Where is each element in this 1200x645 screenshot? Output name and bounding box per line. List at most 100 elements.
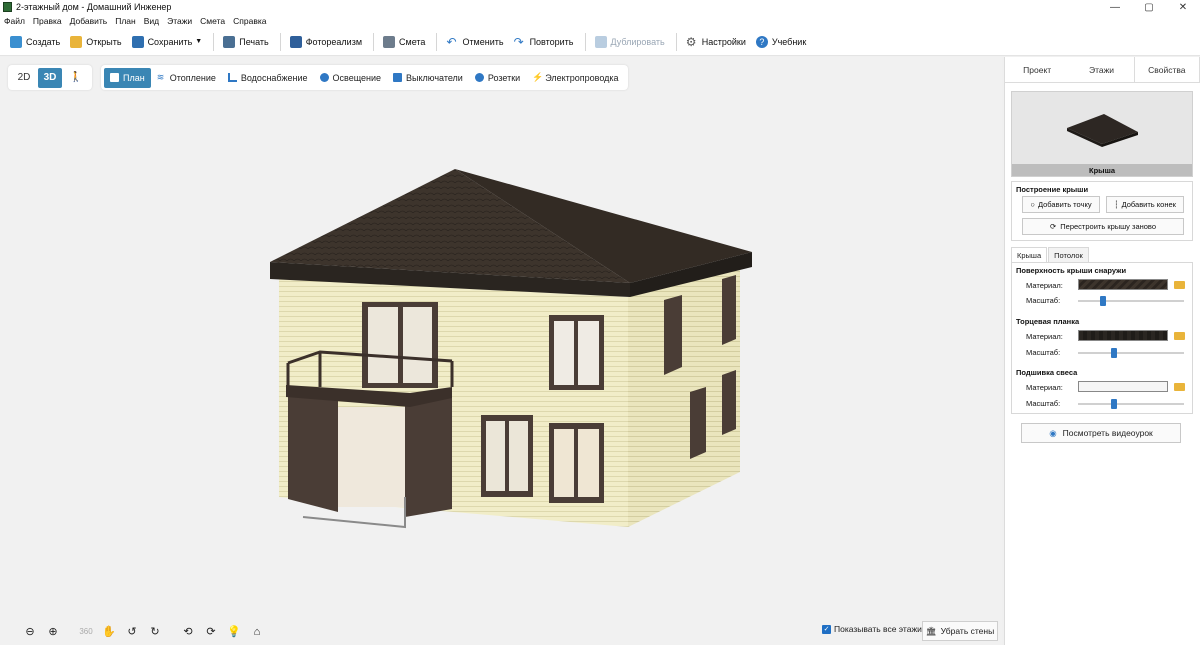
add-point-button[interactable]: ○ Добавить точку	[1022, 196, 1100, 213]
outer-scale-slider[interactable]	[1078, 296, 1184, 306]
house-3d-view[interactable]	[0, 57, 1002, 617]
settings-button[interactable]: ⚙ Настройки	[682, 31, 750, 53]
book-icon	[110, 73, 119, 82]
walk-icon[interactable]: 🚶	[64, 68, 88, 88]
slider-thumb[interactable]	[1111, 399, 1117, 409]
subtab-roof[interactable]: Крыша	[1011, 247, 1048, 263]
print-button[interactable]: Печать	[219, 31, 272, 53]
rotate-right-icon[interactable]: ↻	[145, 622, 165, 642]
toolbar-divider	[436, 32, 438, 51]
roof-build-title: Построение крыши	[1016, 185, 1089, 194]
menu-estimate[interactable]: Смета	[200, 16, 225, 26]
lightning-icon: ⚡	[532, 72, 544, 82]
tab-wiring[interactable]: ⚡ Электропроводка	[526, 68, 624, 88]
slider-thumb[interactable]	[1100, 296, 1106, 306]
3d-viewport[interactable]: 2D 3D 🚶 План ≋ Отопление Водоснабжение О…	[0, 57, 1002, 645]
folder-icon[interactable]	[1174, 383, 1185, 391]
soffit-scale-slider[interactable]	[1078, 399, 1184, 409]
redo-button[interactable]: ↷ Повторить	[510, 31, 578, 53]
minimize-button[interactable]: —	[1098, 0, 1132, 14]
video-icon: ◉	[1049, 427, 1057, 438]
estimate-button[interactable]: Смета	[379, 31, 429, 53]
remove-walls-button[interactable]: 🏛 Убрать стены	[922, 621, 998, 641]
fascia-scale-slider[interactable]	[1078, 348, 1184, 358]
create-button[interactable]: Создать	[6, 31, 64, 53]
menu-view[interactable]: Вид	[144, 16, 159, 26]
orbit-left-icon[interactable]: ⟲	[178, 622, 198, 642]
scale-label: Масштаб:	[1026, 348, 1061, 357]
menu-plan[interactable]: План	[115, 16, 136, 26]
home-icon[interactable]: ⌂	[247, 622, 267, 642]
title-bar: 2-этажный дом - Домашний Инженер — ▢ ✕	[0, 0, 1200, 14]
plan-layer-tabs: План ≋ Отопление Водоснабжение Освещение…	[101, 65, 628, 90]
fascia-material-swatch[interactable]	[1078, 330, 1168, 341]
tab-plan[interactable]: План	[104, 67, 151, 88]
scale-label: Масштаб:	[1026, 296, 1061, 305]
photorealism-button[interactable]: Фотореализм	[286, 31, 366, 53]
menu-help[interactable]: Справка	[233, 16, 266, 26]
orbit-right-icon[interactable]: ⟳	[201, 622, 221, 642]
rebuild-roof-button[interactable]: ⟳ Перестроить крышу заново	[1022, 218, 1184, 235]
tab-switches-label: Выключатели	[406, 72, 463, 83]
roof-thumbnail	[1067, 114, 1138, 147]
tab-sockets[interactable]: Розетки	[469, 68, 526, 88]
folder-icon[interactable]	[1174, 332, 1185, 340]
show-all-floors-label: Показывать все этажи	[834, 624, 922, 634]
app-logo-icon	[3, 2, 12, 12]
checkbox-checked-icon[interactable]: ✓	[822, 624, 831, 634]
tab-water-label: Водоснабжение	[240, 72, 308, 83]
menu-file[interactable]: Файл	[4, 16, 25, 26]
close-button[interactable]: ✕	[1166, 0, 1200, 14]
material-label: Материал:	[1026, 383, 1063, 392]
save-dropdown-icon[interactable]: ▼	[195, 38, 202, 45]
object-preview: Крыша	[1011, 91, 1193, 177]
light-bulb-icon[interactable]: 💡	[224, 622, 244, 642]
duplicate-button[interactable]: Дублировать	[591, 31, 669, 53]
rotate-360-icon[interactable]: 360	[76, 622, 96, 642]
soffit-material-swatch[interactable]	[1078, 381, 1168, 392]
tab-properties[interactable]: Свойства	[1133, 57, 1200, 82]
view-3d-button[interactable]: 3D	[38, 67, 62, 88]
show-all-floors-checkbox[interactable]: ✓ Показывать все этажи	[822, 624, 922, 634]
open-label: Открыть	[86, 36, 122, 47]
tab-heating-label: Отопление	[169, 72, 216, 83]
rotate-left-icon[interactable]: ↺	[122, 622, 142, 642]
menu-add[interactable]: Добавить	[70, 16, 108, 26]
tab-lighting[interactable]: Освещение	[314, 68, 388, 88]
tab-water[interactable]: Водоснабжение	[222, 68, 314, 88]
porch-column-left	[288, 392, 338, 512]
tab-wiring-label: Электропроводка	[545, 72, 619, 83]
hand-pan-icon[interactable]: ✋	[99, 622, 119, 642]
subtab-ceiling[interactable]: Потолок	[1048, 247, 1089, 263]
outer-material-swatch[interactable]	[1078, 279, 1168, 290]
watch-video-button[interactable]: ◉ Посмотреть видеоурок	[1021, 423, 1181, 443]
menu-edit[interactable]: Правка	[33, 16, 62, 26]
maximize-button[interactable]: ▢	[1132, 0, 1166, 14]
slider-thumb[interactable]	[1111, 348, 1117, 358]
tab-lighting-label: Освещение	[332, 72, 382, 83]
toolbar-divider	[213, 32, 215, 51]
roof-sub-tabs: Крыша Потолок	[1011, 247, 1090, 263]
add-ridge-button[interactable]: ┆ Добавить конек	[1106, 196, 1184, 213]
tab-switches[interactable]: Выключатели	[387, 68, 469, 88]
tab-heating[interactable]: ≋ Отопление	[151, 68, 222, 88]
duplicate-label: Дублировать	[610, 36, 665, 47]
photo-icon	[289, 35, 302, 48]
heating-icon: ≋	[156, 72, 165, 82]
open-button[interactable]: Открыть	[66, 31, 125, 53]
side-window	[664, 295, 682, 375]
save-button[interactable]: Сохранить ▼	[128, 31, 207, 53]
tab-floors[interactable]: Этажи	[1069, 57, 1133, 82]
tab-project[interactable]: Проект	[1005, 57, 1069, 82]
folder-icon[interactable]	[1174, 281, 1185, 289]
settings-label: Настройки	[701, 36, 746, 47]
zoom-out-icon[interactable]: ⊖	[20, 622, 40, 642]
tutorial-button[interactable]: ? Учебник	[752, 31, 810, 53]
duplicate-icon	[594, 35, 607, 48]
undo-button[interactable]: ↶ Отменить	[442, 31, 507, 53]
view-2d-button[interactable]: 2D	[12, 68, 36, 88]
window-frame	[574, 429, 578, 497]
menu-floors[interactable]: Этажи	[167, 16, 192, 26]
zoom-in-icon[interactable]: ⊕	[43, 622, 63, 642]
switch-icon	[393, 73, 403, 82]
